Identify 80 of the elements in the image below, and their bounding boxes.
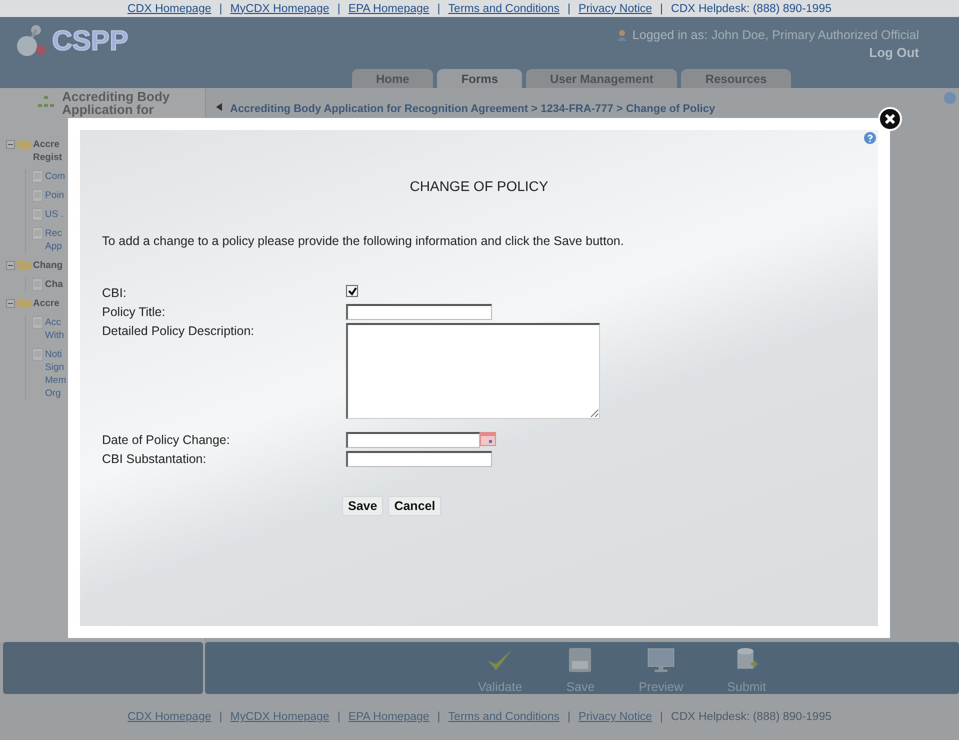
toolbar-button[interactable]: Save	[566, 648, 595, 694]
instructions-text: To add a change to a policy please provide the following information and click the Save button.	[101, 233, 625, 248]
footer-link[interactable]: Terms and Conditions	[448, 711, 560, 723]
separator: |	[568, 2, 571, 14]
tree-item[interactable]: Poin	[45, 189, 64, 202]
separator: |	[660, 711, 664, 723]
log-out-link[interactable]: Log Out	[869, 45, 919, 60]
field-label: Policy Title:	[102, 304, 166, 320]
sidebar-title: Accrediting Body	[62, 90, 170, 103]
toolbar-button[interactable]: Submit	[727, 648, 766, 694]
folder-icon	[17, 138, 31, 149]
field-label: CBI Substantation:	[102, 451, 208, 467]
breadcrumb: Accrediting Body Application for Recognition Agreement > 1234-FRA-777 > Change of Policy	[230, 103, 716, 115]
document-icon	[32, 348, 43, 361]
logged-in-label: Logged in as:	[632, 28, 708, 42]
date-input[interactable]	[346, 432, 480, 448]
collapse-arrow-icon[interactable]	[216, 103, 222, 111]
user-icon	[616, 29, 628, 41]
top-link[interactable]: EPA Homepage	[348, 2, 430, 14]
document-icon	[32, 227, 43, 240]
sidebar-title: Application for	[62, 103, 154, 116]
nav-tab[interactable]: Forms	[437, 69, 522, 88]
document-icon	[32, 170, 43, 183]
nav-tab[interactable]: User Management	[526, 69, 678, 88]
document-icon	[32, 189, 43, 202]
collapse-toggle[interactable]	[6, 261, 15, 270]
field-label: Date of Policy Change:	[102, 432, 231, 448]
dialog-button[interactable]: Cancel	[388, 496, 442, 516]
toolbar-button[interactable]: Validate	[478, 648, 522, 694]
tree-item[interactable]: US .	[45, 208, 64, 221]
top-link[interactable]: Privacy Notice	[578, 2, 652, 14]
separator: |	[660, 2, 664, 14]
separator: |	[337, 711, 340, 723]
tree-item[interactable]: Noti Sign Mem Org	[45, 348, 66, 400]
sitemap-icon	[38, 96, 54, 108]
footer-link[interactable]: Privacy Notice	[578, 711, 652, 723]
tree-item[interactable]: Accre Regist	[33, 138, 62, 164]
document-icon	[32, 208, 43, 221]
separator: |	[437, 2, 440, 14]
document-icon	[32, 278, 43, 291]
dialog-button[interactable]: Save	[342, 496, 384, 516]
toolbar-button[interactable]: Preview	[638, 648, 684, 694]
dialog-title: CHANGE OF POLICY	[410, 178, 548, 194]
logo-text: CSPP	[52, 25, 128, 57]
top-link[interactable]: Terms and Conditions	[448, 2, 560, 14]
document-icon	[32, 316, 43, 329]
top-link[interactable]: MyCDX Homepage	[230, 2, 330, 14]
footer-link[interactable]: MyCDX Homepage	[230, 711, 330, 723]
nav-tab[interactable]: Home	[352, 69, 434, 88]
footer-link[interactable]: CDX Homepage	[128, 711, 212, 723]
footer-link[interactable]: EPA Homepage	[348, 711, 430, 723]
text-input[interactable]	[346, 451, 492, 467]
user-name: John Doe, Primary Authorized Official	[711, 28, 919, 42]
textarea-input[interactable]	[346, 323, 600, 419]
separator: |	[337, 2, 340, 14]
field-label: Detailed Policy Description:	[102, 323, 256, 340]
collapse-toggle[interactable]	[6, 140, 15, 149]
molecule-logo-icon	[14, 23, 48, 59]
helpdesk-text: CDX Helpdesk: (888) 890-1995	[671, 2, 832, 14]
calendar-icon[interactable]	[480, 432, 496, 446]
tree-item[interactable]: Chang	[33, 259, 63, 272]
separator: |	[437, 711, 440, 723]
collapse-toggle[interactable]	[6, 299, 15, 308]
tree-item[interactable]: Rec App	[45, 227, 62, 253]
tree-item[interactable]: Cha	[45, 278, 63, 291]
top-link[interactable]: CDX Homepage	[128, 2, 212, 14]
close-icon[interactable]	[878, 107, 902, 131]
separator: |	[568, 711, 571, 723]
separator: |	[219, 2, 222, 14]
separator: |	[219, 711, 222, 723]
tree-item[interactable]: Acc With	[45, 316, 64, 342]
folder-icon	[17, 259, 31, 270]
tree-item[interactable]: Accre	[33, 297, 60, 310]
folder-icon	[17, 297, 31, 308]
checkbox[interactable]	[346, 285, 358, 297]
nav-tab[interactable]: Resources	[681, 69, 791, 88]
tree-item[interactable]: Com	[45, 170, 66, 183]
field-label: CBI:	[102, 285, 128, 301]
helpdesk-text: CDX Helpdesk: (888) 890-1995	[671, 711, 832, 723]
text-input[interactable]	[346, 304, 492, 320]
